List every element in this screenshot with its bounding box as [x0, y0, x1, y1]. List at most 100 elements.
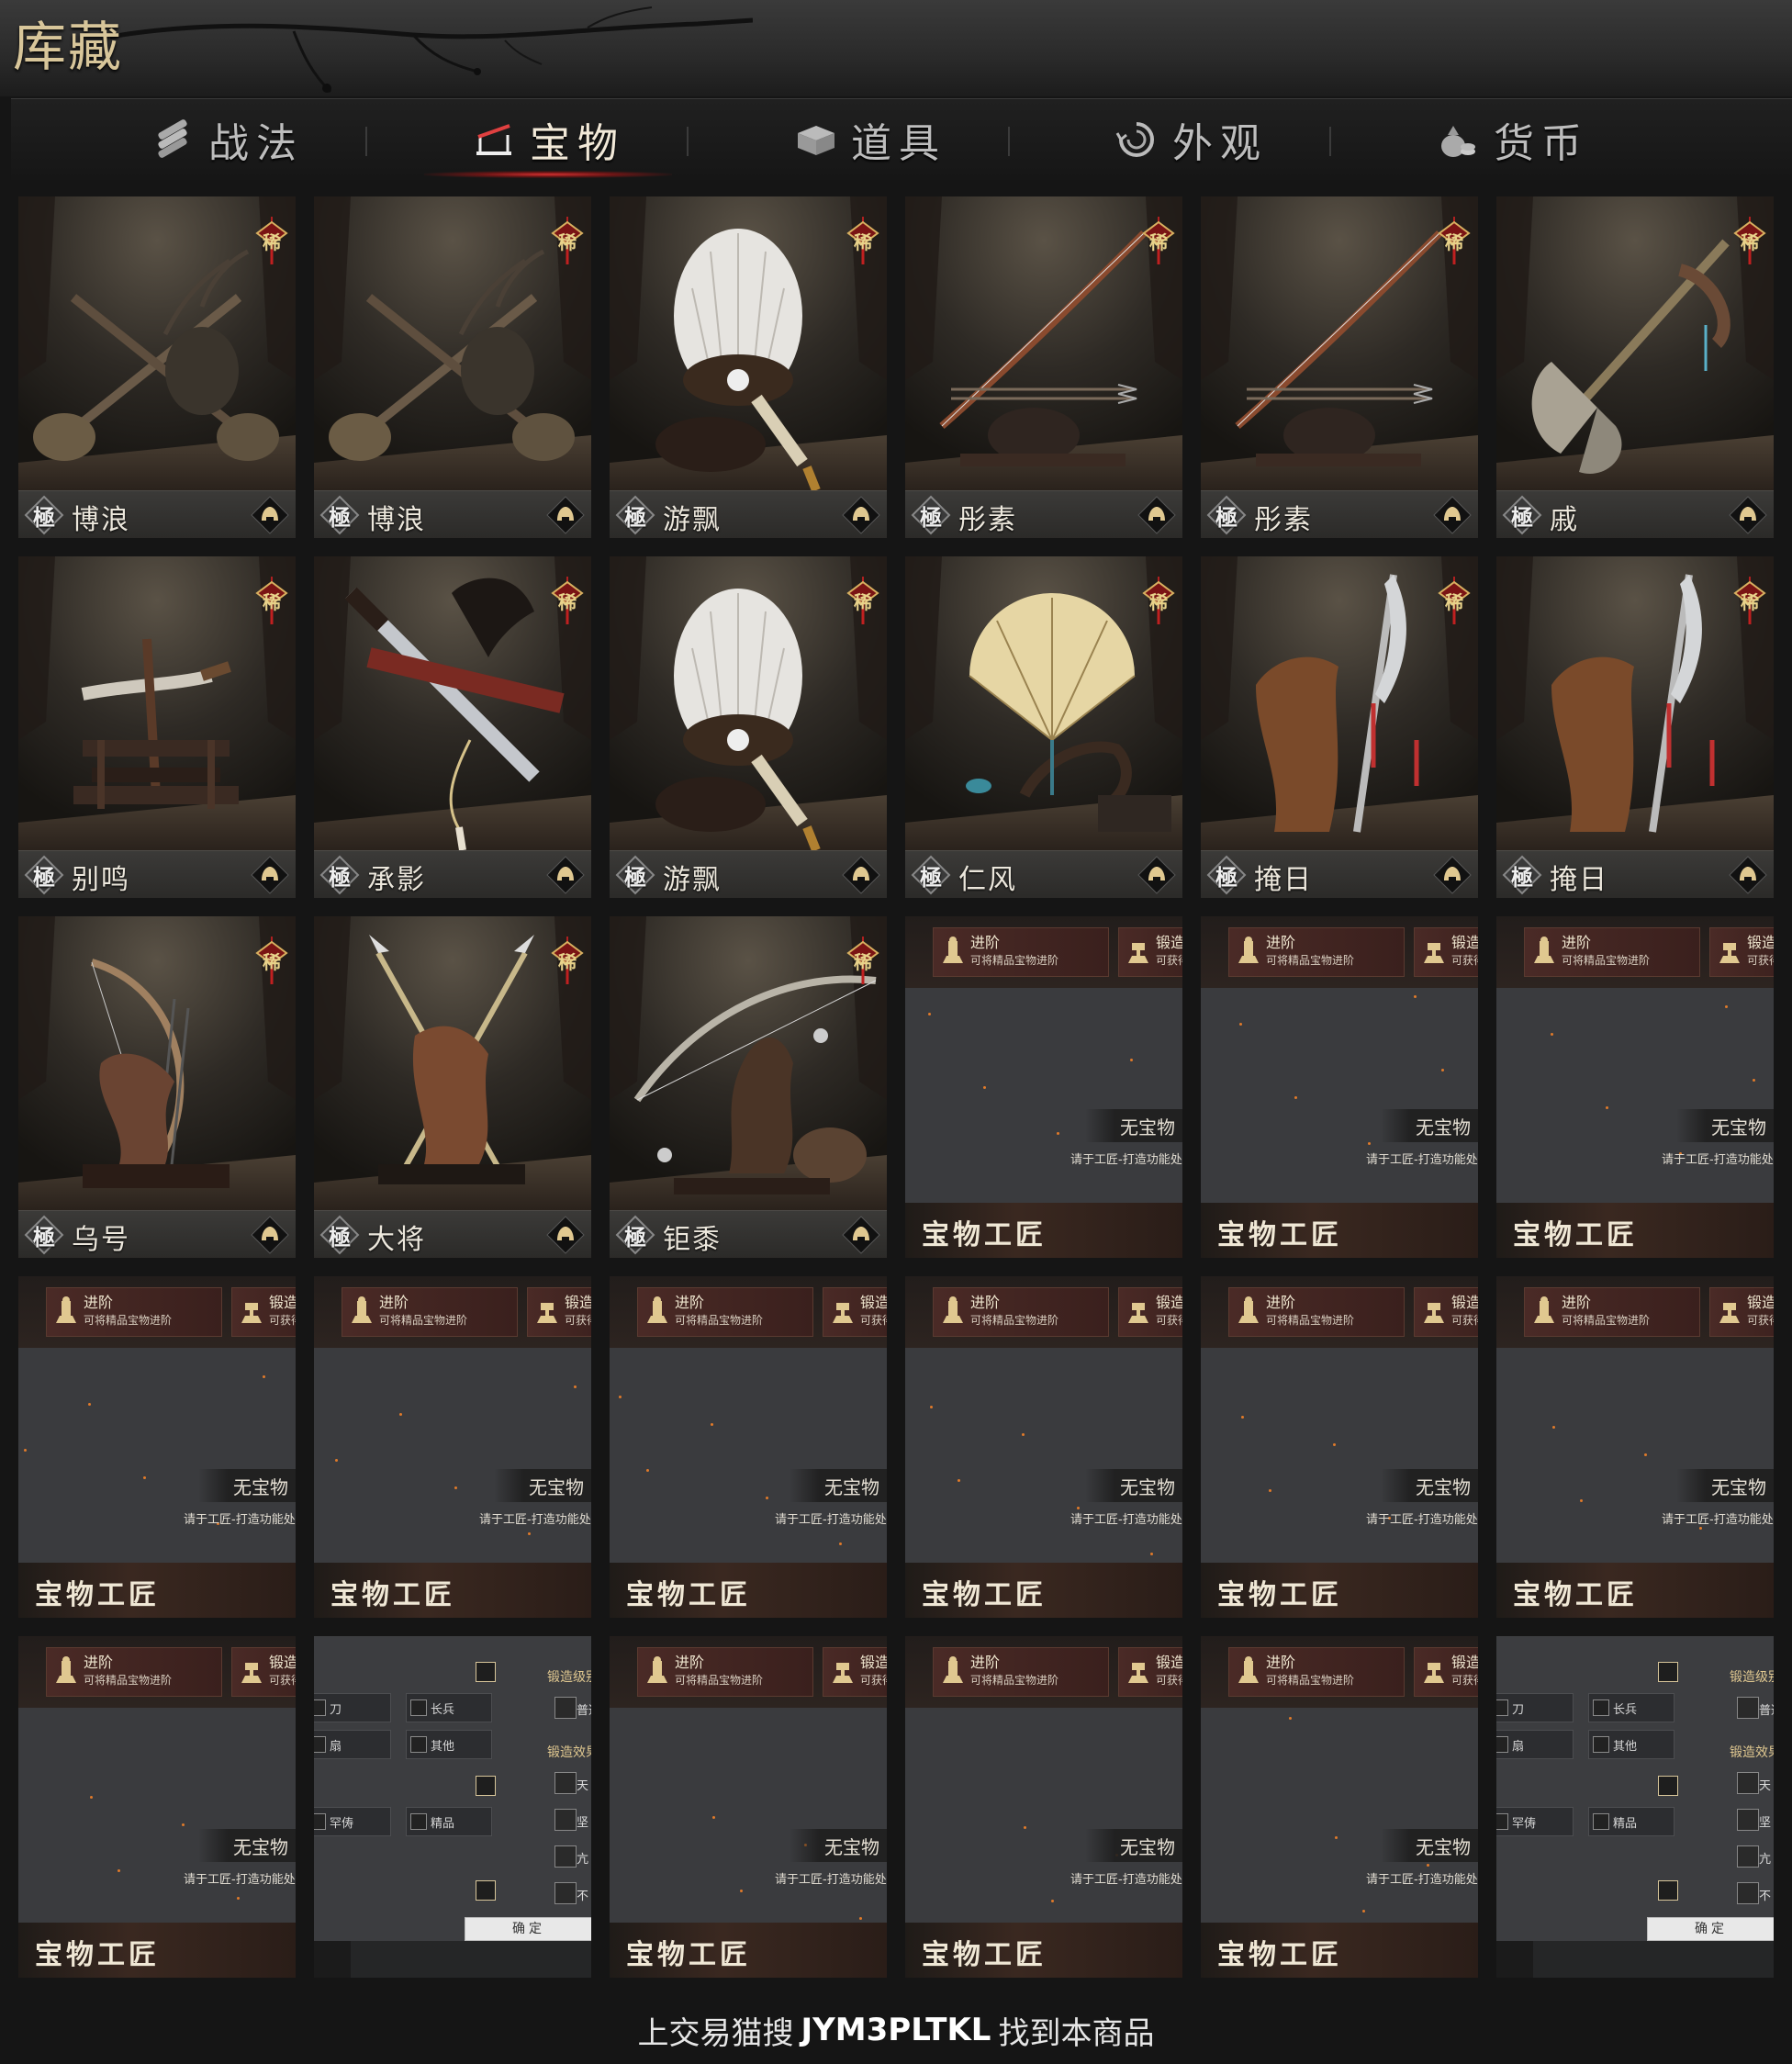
grid-toggle-icon[interactable] — [476, 1880, 496, 1901]
craftsman-panel[interactable]: 进阶 可将精品宝物进阶 锻造 可获得 无宝物 请于工匠-打造功能处 — [610, 1276, 887, 1618]
helmet-icon — [251, 1216, 289, 1254]
helmet-icon — [842, 856, 880, 894]
treasure-card[interactable]: 稀 極 掩日 — [1201, 556, 1478, 898]
tab-currency[interactable]: 货币 — [1361, 99, 1663, 180]
craftsman-panel[interactable]: 进阶 可将精品宝物进阶 锻造 可获得 无宝物 请于工匠-打造功能处 — [905, 916, 1182, 1258]
forge-button[interactable]: 锻造 可获得 — [1709, 1287, 1774, 1337]
advance-button[interactable]: 进阶 可将精品宝物进阶 — [1524, 1287, 1700, 1337]
filter-option[interactable]: 扇 — [314, 1730, 391, 1759]
confirm-button[interactable]: 确定 — [465, 1917, 591, 1941]
quality-badge: 極 — [1206, 855, 1247, 895]
forge-button[interactable]: 锻造 可获得 — [527, 1287, 591, 1337]
forge-button[interactable]: 锻造 可获得 — [1118, 927, 1182, 977]
advance-button[interactable]: 进阶 可将精品宝物进阶 — [933, 1647, 1109, 1697]
quality-badge: 極 — [24, 1215, 64, 1255]
filter-option[interactable]: 其他 — [406, 1730, 492, 1759]
grid-toggle-icon[interactable] — [1658, 1662, 1678, 1682]
treasure-card[interactable]: 稀 極 掩日 — [1496, 556, 1774, 898]
treasure-card[interactable]: 稀 極 游飘 — [610, 196, 887, 538]
checkbox[interactable] — [1737, 1697, 1759, 1719]
checkbox[interactable] — [554, 1697, 577, 1719]
tab-tactics[interactable]: 战法 — [75, 99, 378, 180]
advance-title: 进阶 — [675, 1654, 705, 1671]
craftsman-panel[interactable]: 进阶 可将精品宝物进阶 锻造 可获得 无宝物 请于工匠-打造功能处 — [905, 1276, 1182, 1618]
tab-appearance[interactable]: 外观 — [1039, 99, 1342, 180]
filter-option[interactable]: 刀 — [1496, 1693, 1574, 1722]
tab-items[interactable]: 道具 — [718, 99, 1021, 180]
treasure-card[interactable]: 稀 極 别鸣 — [18, 556, 296, 898]
treasure-card[interactable]: 稀 極 彤素 — [1201, 196, 1478, 538]
spark-particle — [859, 1917, 862, 1920]
advance-button[interactable]: 进阶 可将精品宝物进阶 — [637, 1287, 813, 1337]
forge-button[interactable]: 锻造 可获得 — [1414, 927, 1478, 977]
treasure-grid: 稀 極 博浪 稀 極 博浪 稀 極 游飘 稀 極 彤素 稀 極 彤素 稀 極 戚… — [18, 196, 1781, 1978]
craftsman-panel[interactable]: 进阶 可将精品宝物进阶 锻造 可获得 无宝物 请于工匠-打造功能处 — [610, 1636, 887, 1978]
grid-toggle-icon[interactable] — [476, 1776, 496, 1796]
forge-button[interactable]: 锻造 可获得 — [1118, 1647, 1182, 1697]
advance-button[interactable]: 进阶 可将精品宝物进阶 — [933, 927, 1109, 977]
filter-option[interactable]: 精品 — [406, 1807, 492, 1836]
treasure-card[interactable]: 稀 極 乌号 — [18, 916, 296, 1258]
treasure-card[interactable]: 稀 極 承影 — [314, 556, 591, 898]
forge-button[interactable]: 锻造 可获得 — [823, 1647, 887, 1697]
treasure-card[interactable]: 稀 極 戚 — [1496, 196, 1774, 538]
advance-button[interactable]: 进阶 可将精品宝物进阶 — [933, 1287, 1109, 1337]
checkbox[interactable] — [1737, 1845, 1759, 1868]
tab-treasures[interactable]: 宝物 — [397, 99, 700, 180]
advance-button[interactable]: 进阶 可将精品宝物进阶 — [1228, 1647, 1405, 1697]
advance-button[interactable]: 进阶 可将精品宝物进阶 — [637, 1647, 813, 1697]
forge-button[interactable]: 锻造 可获得 — [1414, 1287, 1478, 1337]
filter-option[interactable]: 罕俦 — [1496, 1807, 1574, 1836]
craftsman-panel[interactable]: 进阶 可将精品宝物进阶 锻造 可获得 无宝物 请于工匠-打造功能处 — [1496, 1276, 1774, 1618]
checkbox[interactable] — [1737, 1809, 1759, 1831]
filter-option[interactable]: 长兵 — [406, 1693, 492, 1722]
grid-toggle-icon[interactable] — [1658, 1776, 1678, 1796]
forge-button[interactable]: 锻造 可获得 — [1118, 1287, 1182, 1337]
advance-button[interactable]: 进阶 可将精品宝物进阶 — [342, 1287, 518, 1337]
advance-button[interactable]: 进阶 可将精品宝物进阶 — [46, 1287, 222, 1337]
craftsman-panel[interactable]: 进阶 可将精品宝物进阶 锻造 可获得 无宝物 请于工匠-打造功能处 — [1496, 916, 1774, 1258]
advance-button[interactable]: 进阶 可将精品宝物进阶 — [1228, 927, 1405, 977]
treasure-card[interactable]: 稀 極 大将 — [314, 916, 591, 1258]
forge-button[interactable]: 锻造 可获得 — [1709, 927, 1774, 977]
rare-badge-label: 稀 — [558, 591, 577, 613]
checkbox[interactable] — [554, 1882, 577, 1904]
forge-button[interactable]: 锻造 可获得 — [231, 1287, 296, 1337]
checkbox[interactable] — [1737, 1772, 1759, 1794]
confirm-button[interactable]: 确定 — [1647, 1917, 1774, 1941]
craftsman-panel[interactable]: 进阶 可将精品宝物进阶 锻造 可获得 无宝物 请于工匠-打造功能处 — [1201, 1276, 1478, 1618]
treasure-name: 彤素 — [958, 504, 1017, 536]
treasure-card[interactable]: 稀 極 仁风 — [905, 556, 1182, 898]
advance-button[interactable]: 进阶 可将精品宝物进阶 — [1524, 927, 1700, 977]
forge-button[interactable]: 锻造 可获得 — [1414, 1647, 1478, 1697]
checkbox[interactable] — [554, 1845, 577, 1868]
craftsman-panel[interactable]: 进阶 可将精品宝物进阶 锻造 可获得 无宝物 请于工匠-打造功能处 — [905, 1636, 1182, 1978]
filter-option[interactable]: 刀 — [314, 1693, 391, 1722]
footer-prefix: 上交易猫搜 — [637, 2014, 794, 2052]
checkbox[interactable] — [554, 1772, 577, 1794]
treasure-card[interactable]: 稀 極 彤素 — [905, 196, 1182, 538]
treasure-card[interactable]: 稀 極 游飘 — [610, 556, 887, 898]
treasure-card[interactable]: 稀 極 钜黍 — [610, 916, 887, 1258]
forge-button[interactable]: 锻造 可获得 — [231, 1647, 296, 1697]
advance-button[interactable]: 进阶 可将精品宝物进阶 — [46, 1647, 222, 1697]
filter-option[interactable]: 扇 — [1496, 1730, 1574, 1759]
craftsman-panel[interactable]: 进阶 可将精品宝物进阶 锻造 可获得 无宝物 请于工匠-打造功能处 — [314, 1276, 591, 1618]
craftsman-panel[interactable]: 进阶 可将精品宝物进阶 锻造 可获得 无宝物 请于工匠-打造功能处 — [1201, 1636, 1478, 1978]
treasure-card[interactable]: 稀 極 博浪 — [18, 196, 296, 538]
craftsman-panel[interactable]: 进阶 可将精品宝物进阶 锻造 可获得 无宝物 请于工匠-打造功能处 — [1201, 916, 1478, 1258]
craftsman-panel[interactable]: 进阶 可将精品宝物进阶 锻造 可获得 无宝物 请于工匠-打造功能处 — [18, 1276, 296, 1618]
grid-toggle-icon[interactable] — [1658, 1880, 1678, 1901]
treasure-card[interactable]: 稀 極 博浪 — [314, 196, 591, 538]
filter-option[interactable]: 长兵 — [1588, 1693, 1674, 1722]
craftsman-panel[interactable]: 进阶 可将精品宝物进阶 锻造 可获得 无宝物 请于工匠-打造功能处 — [18, 1636, 296, 1978]
grid-toggle-icon[interactable] — [476, 1662, 496, 1682]
money-bag-icon — [1441, 126, 1475, 157]
checkbox[interactable] — [554, 1809, 577, 1831]
filter-option[interactable]: 精品 — [1588, 1807, 1674, 1836]
advance-button[interactable]: 进阶 可将精品宝物进阶 — [1228, 1287, 1405, 1337]
filter-option[interactable]: 其他 — [1588, 1730, 1674, 1759]
filter-option[interactable]: 罕俦 — [314, 1807, 391, 1836]
checkbox[interactable] — [1737, 1882, 1759, 1904]
forge-button[interactable]: 锻造 可获得 — [823, 1287, 887, 1337]
